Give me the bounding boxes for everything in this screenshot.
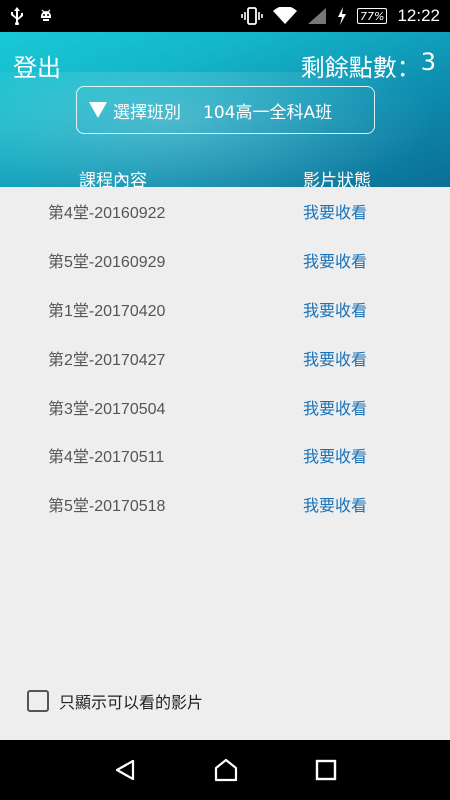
vibrate-icon [241, 7, 263, 25]
logout-button[interactable]: 登出 [13, 48, 61, 83]
battery-indicator: 77% [357, 8, 388, 24]
list-item: 第1堂-20170420 我要收看 [0, 285, 450, 334]
course-title: 第5堂-20170518 [48, 498, 166, 516]
filter-available-videos[interactable]: 只顯示可以看的影片 [27, 689, 203, 713]
usb-icon [10, 7, 24, 25]
recents-icon[interactable] [315, 759, 337, 781]
list-item: 第2堂-20170427 我要收看 [0, 333, 450, 382]
watch-link[interactable]: 我要收看 [303, 199, 367, 223]
list-item: 第5堂-20160929 我要收看 [0, 236, 450, 285]
class-select-value: 104高一全科A班 [203, 102, 333, 123]
charging-icon [337, 7, 347, 25]
watch-link[interactable]: 我要收看 [303, 443, 367, 467]
course-title: 第3堂-20170504 [48, 400, 166, 418]
course-title: 第4堂-20170511 [48, 449, 165, 467]
system-nav-bar [0, 740, 450, 800]
points-value: 3 [420, 48, 436, 76]
column-header-status: 影片狀態 [303, 171, 371, 187]
points-remaining: 剩餘點數： 3 [301, 48, 436, 83]
class-select-label: 選擇班別 [113, 102, 181, 123]
list-item: 第3堂-20170504 我要收看 [0, 382, 450, 431]
watch-link[interactable]: 我要收看 [303, 395, 367, 419]
list-item: 第4堂-20170511 我要收看 [0, 431, 450, 480]
column-header-course: 課程內容 [79, 171, 147, 187]
watch-link[interactable]: 我要收看 [303, 248, 367, 272]
list-item: 第5堂-20170518 我要收看 [0, 480, 450, 529]
course-title: 第1堂-20170420 [48, 302, 166, 320]
list-item: 第4堂-20160922 我要收看 [0, 187, 450, 236]
home-icon[interactable] [213, 758, 239, 782]
dropdown-triangle-icon [89, 102, 107, 118]
status-bar: 77% 12:22 [0, 0, 450, 32]
header: 登出 剩餘點數： 3 選擇班別 104高一全科A班 課程內容 影片狀態 [0, 32, 450, 187]
points-label: 剩餘點數： [300, 54, 421, 82]
course-title: 第2堂-20170427 [48, 351, 166, 369]
course-title: 第5堂-20160929 [48, 254, 166, 272]
android-debug-icon [38, 8, 54, 24]
course-list: 第4堂-20160922 我要收看 第5堂-20160929 我要收看 第1堂-… [0, 187, 450, 529]
class-select-dropdown[interactable]: 選擇班別 104高一全科A班 [76, 86, 375, 134]
back-icon[interactable] [113, 758, 137, 782]
status-time: 12:22 [397, 6, 440, 25]
filter-checkbox[interactable] [27, 690, 49, 712]
watch-link[interactable]: 我要收看 [303, 346, 367, 370]
watch-link[interactable]: 我要收看 [303, 297, 367, 321]
watch-link[interactable]: 我要收看 [303, 492, 367, 516]
signal-icon [307, 7, 327, 25]
wifi-icon [273, 7, 297, 25]
filter-label: 只顯示可以看的影片 [59, 693, 204, 712]
course-title: 第4堂-20160922 [48, 205, 166, 223]
